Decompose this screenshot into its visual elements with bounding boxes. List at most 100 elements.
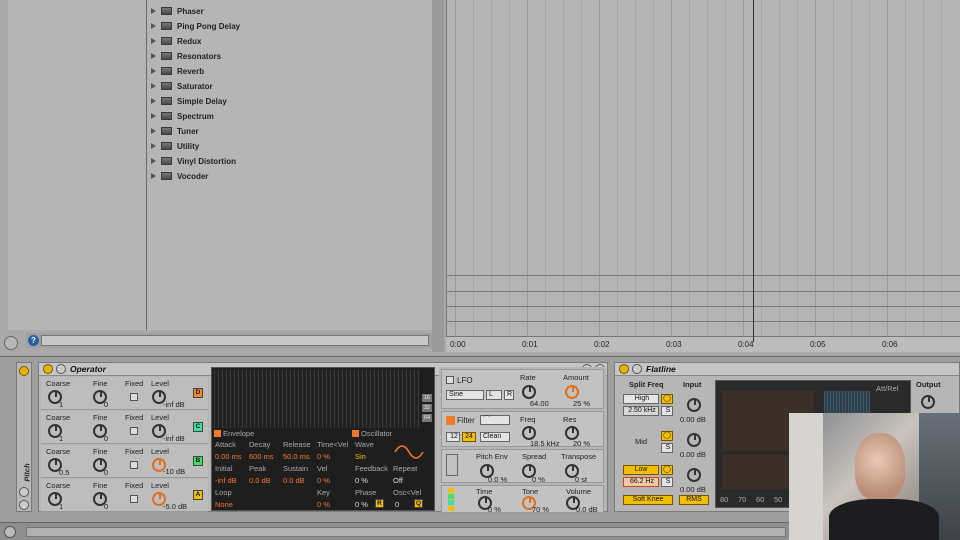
key-value[interactable]: 0 %: [317, 500, 330, 509]
filter-toggle[interactable]: [446, 416, 455, 425]
device-activator-icon[interactable]: [619, 364, 629, 374]
operator-d-button[interactable]: D: [193, 388, 203, 398]
fold-icon[interactable]: [19, 487, 29, 497]
browser-item[interactable]: Redux: [151, 34, 201, 48]
mid-activator-icon[interactable]: ◯: [661, 431, 673, 441]
low-solo-button[interactable]: S: [661, 477, 673, 487]
soft-knee-button[interactable]: Soft Knee: [623, 495, 673, 505]
mid-input-knob[interactable]: [687, 433, 701, 447]
output-knob[interactable]: [921, 395, 935, 409]
high-activator-icon[interactable]: ◯: [661, 394, 673, 404]
expand-triangle-icon[interactable]: [151, 23, 156, 29]
expand-triangle-icon[interactable]: [151, 83, 156, 89]
sustain-value[interactable]: 0.0 dB: [283, 476, 305, 485]
expand-triangle-icon[interactable]: [151, 53, 156, 59]
expand-triangle-icon[interactable]: [151, 158, 156, 164]
filter-slope-12[interactable]: 12: [446, 432, 460, 442]
fixed-checkbox[interactable]: [130, 461, 138, 469]
rms-button[interactable]: RMS: [679, 495, 709, 505]
envelope-graph[interactable]: [214, 370, 420, 428]
expand-triangle-icon[interactable]: [151, 128, 156, 134]
fixed-checkbox[interactable]: [130, 393, 138, 401]
zoom-64-button[interactable]: 64: [422, 414, 432, 422]
oscillator-toggle[interactable]: [352, 430, 359, 437]
browser-item[interactable]: Resonators: [151, 49, 221, 63]
lfo-rate-knob[interactable]: [522, 385, 536, 399]
attack-value[interactable]: 0.00 ms: [215, 452, 242, 461]
peak-value[interactable]: 0.0 dB: [249, 476, 271, 485]
feedback-value[interactable]: 0 %: [355, 476, 368, 485]
time-vel-value[interactable]: 0 %: [317, 452, 330, 461]
high-solo-button[interactable]: S: [661, 406, 673, 416]
osc-vel-q-button[interactable]: Q: [414, 499, 423, 508]
high-band-button[interactable]: High: [623, 394, 659, 404]
device-expand-icon[interactable]: [632, 364, 642, 374]
expand-triangle-icon[interactable]: [151, 8, 156, 14]
browser-scroll-divider[interactable]: [432, 0, 444, 352]
browser-item[interactable]: Ping Pong Delay: [151, 19, 240, 33]
hot-swap-icon[interactable]: [4, 336, 18, 350]
initial-value[interactable]: -inf dB: [215, 476, 237, 485]
browser-item[interactable]: Vocoder: [151, 169, 208, 183]
filter-res-knob[interactable]: [565, 426, 579, 440]
browser-item[interactable]: Spectrum: [151, 109, 214, 123]
help-icon[interactable]: ?: [28, 335, 39, 346]
operator-c-button[interactable]: C: [193, 422, 203, 432]
lfo-mode-select[interactable]: L: [486, 390, 502, 400]
browser-item[interactable]: Simple Delay: [151, 94, 227, 108]
lfo-retrigger-button[interactable]: R: [504, 390, 514, 400]
save-icon[interactable]: [19, 500, 29, 510]
low-band-button[interactable]: Low: [623, 465, 659, 475]
vel-value[interactable]: 0 %: [317, 476, 330, 485]
zoom-32-button[interactable]: 32: [422, 404, 432, 412]
browser-item[interactable]: Reverb: [151, 64, 204, 78]
expand-triangle-icon[interactable]: [151, 68, 156, 74]
expand-triangle-icon[interactable]: [151, 173, 156, 179]
mid-solo-button[interactable]: S: [661, 443, 673, 453]
browser-item[interactable]: Utility: [151, 139, 199, 153]
expand-triangle-icon[interactable]: [151, 38, 156, 44]
high-input-knob[interactable]: [687, 398, 701, 412]
expand-triangle-icon[interactable]: [151, 98, 156, 104]
filter-circuit-select[interactable]: Clean: [480, 432, 510, 442]
zoom-16-button[interactable]: 16: [422, 394, 432, 402]
expand-triangle-icon[interactable]: [151, 143, 156, 149]
release-value[interactable]: 50.0 ms: [283, 452, 310, 461]
browser-item[interactable]: Vinyl Distortion: [151, 154, 236, 168]
device-expand-icon[interactable]: [56, 364, 66, 374]
lfo-wave-select[interactable]: Sine: [446, 390, 484, 400]
time-ruler[interactable]: 0:00 0:01 0:02 0:03 0:04 0:05 0:06: [446, 336, 960, 352]
filter-type-select[interactable]: ⌒: [480, 415, 510, 425]
browser-item[interactable]: Tuner: [151, 124, 199, 138]
phase-retrigger-button[interactable]: R: [375, 499, 384, 508]
envelope-toggle[interactable]: [214, 430, 221, 437]
expand-triangle-icon[interactable]: [151, 113, 156, 119]
lfo-toggle[interactable]: [446, 376, 454, 384]
play-icon[interactable]: [4, 526, 16, 538]
track-activator-icon[interactable]: [19, 366, 29, 376]
operator-a-button[interactable]: A: [193, 490, 203, 500]
browser-item[interactable]: Saturator: [151, 79, 213, 93]
loop-select[interactable]: None: [215, 500, 233, 509]
status-scrollbar[interactable]: [26, 527, 786, 537]
low-activator-icon[interactable]: ◯: [661, 465, 673, 475]
operator-b-button[interactable]: B: [193, 456, 203, 466]
low-freq-value[interactable]: 66.2 Hz: [623, 477, 659, 487]
low-input-knob[interactable]: [687, 468, 701, 482]
lfo-amount-knob[interactable]: [565, 385, 579, 399]
phase-value[interactable]: 0 %: [355, 500, 368, 509]
fixed-checkbox[interactable]: [130, 427, 138, 435]
browser-item[interactable]: Phaser: [151, 4, 204, 18]
high-freq-value[interactable]: 2.50 kHz: [623, 406, 659, 416]
browser-search-input[interactable]: [41, 335, 429, 346]
osc-vel-value[interactable]: 0: [395, 500, 399, 509]
wave-select[interactable]: Sin: [355, 452, 366, 461]
repeat-select[interactable]: Off: [393, 476, 403, 485]
playhead[interactable]: [753, 0, 754, 342]
decay-value[interactable]: 600 ms: [249, 452, 274, 461]
fixed-checkbox[interactable]: [130, 495, 138, 503]
filter-freq-knob[interactable]: [522, 426, 536, 440]
filter-slope-24[interactable]: 24: [462, 432, 476, 442]
arrangement-view[interactable]: [446, 0, 960, 352]
device-activator-icon[interactable]: [43, 364, 53, 374]
